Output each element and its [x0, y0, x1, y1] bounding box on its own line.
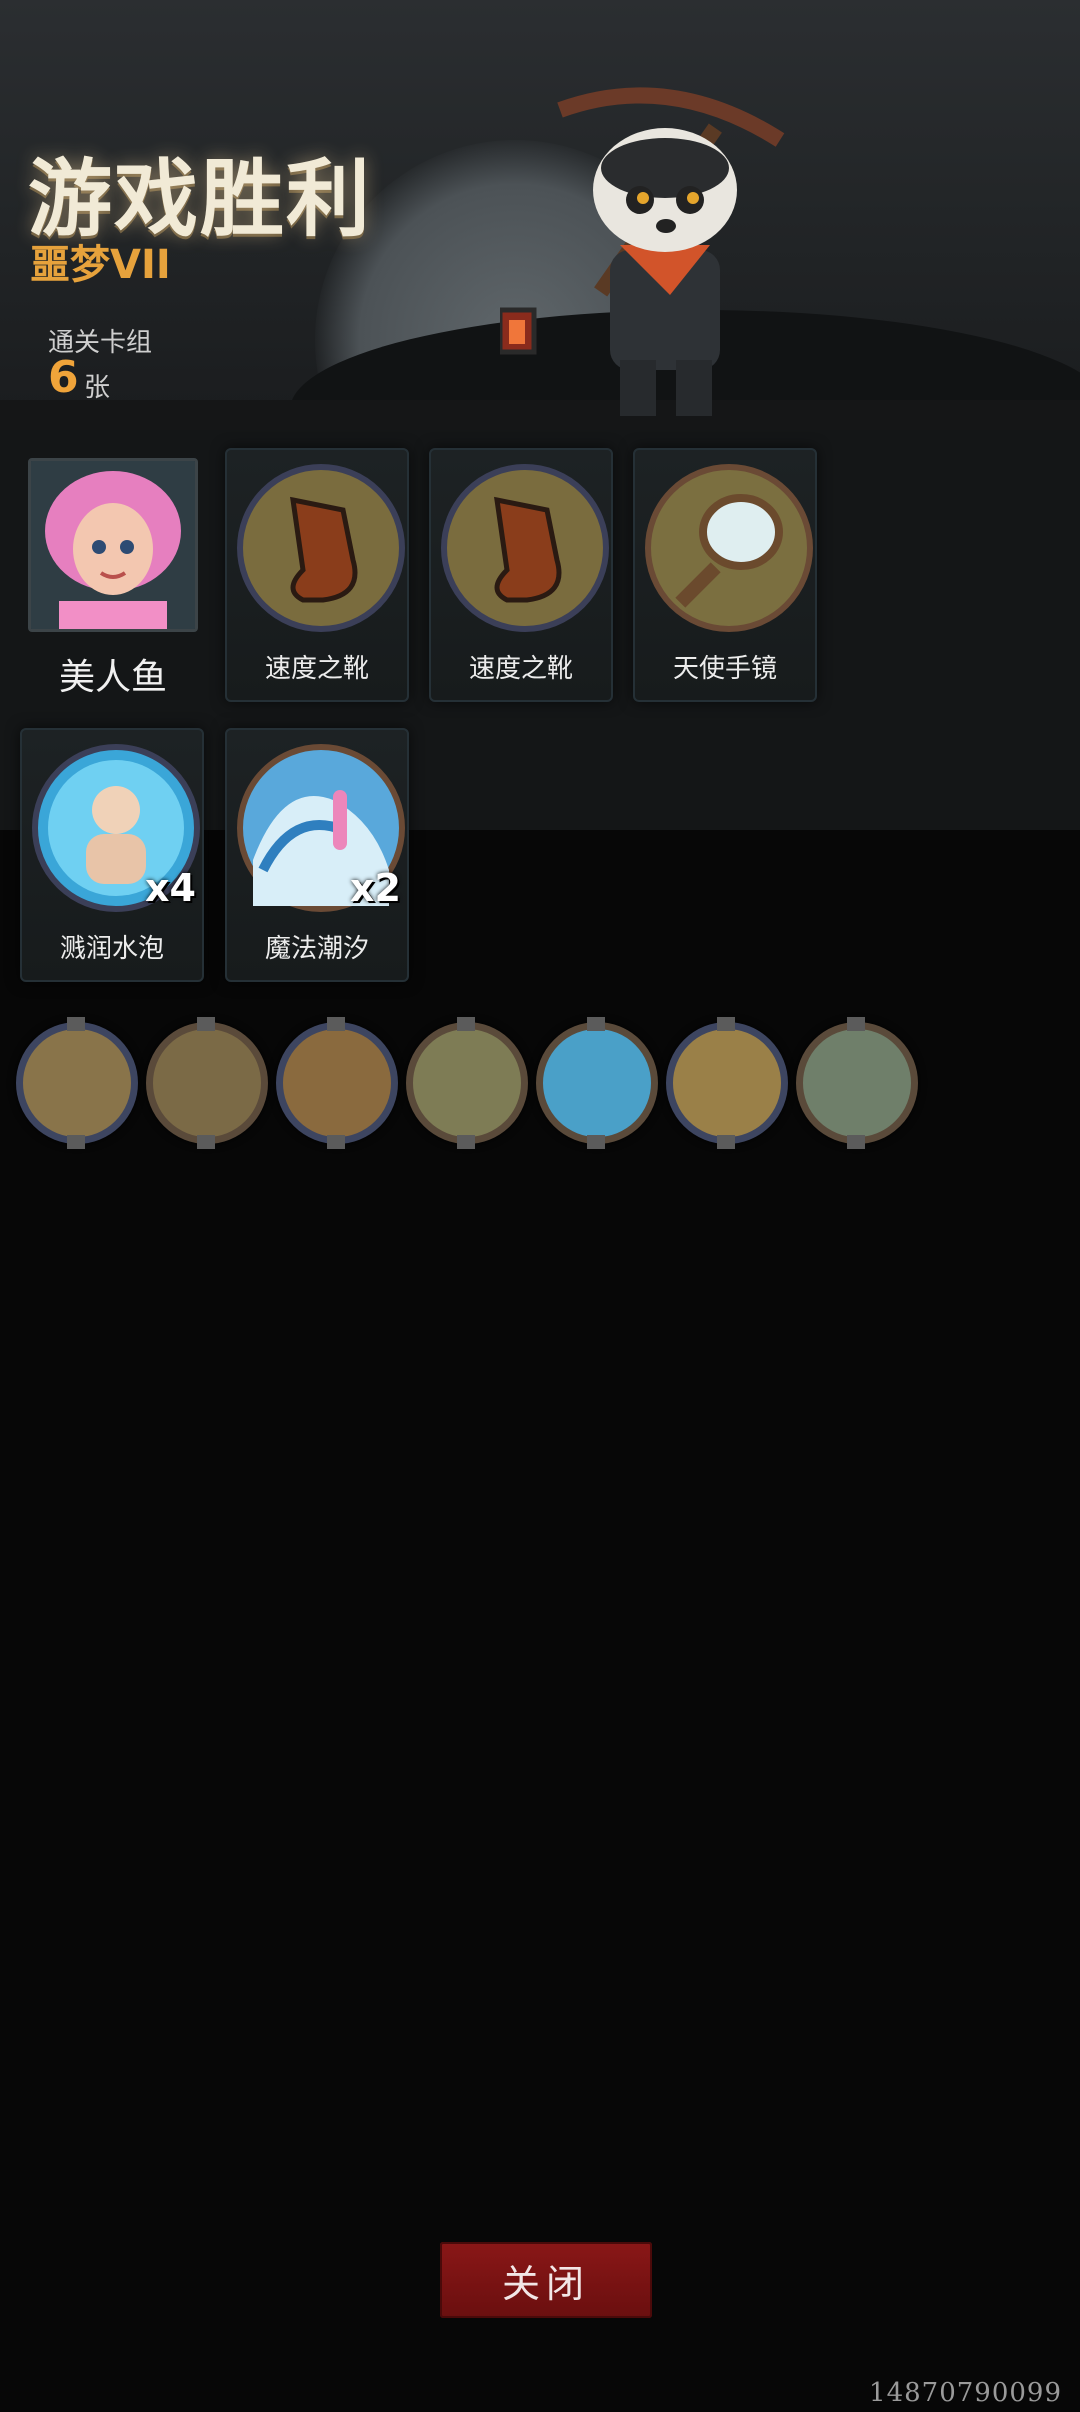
hero-name: 美人鱼: [58, 657, 167, 698]
bee-warrior-icon[interactable]: [16, 1017, 138, 1149]
skill-card-magic-tide[interactable]: x2 魔法潮汐: [225, 728, 409, 982]
skill-label: 魔法潮汐: [264, 934, 369, 964]
skill-card-water-bubble[interactable]: x4 溅润水泡: [20, 728, 204, 982]
mermaid-icon[interactable]: [796, 1017, 918, 1149]
item-card-speed-boots-1[interactable]: 速度之靴: [225, 448, 409, 702]
watermark: 14870790099: [869, 2378, 1062, 2408]
deck-unit: 张: [84, 373, 111, 403]
item-label: 天使手镜: [672, 654, 777, 684]
item-label: 速度之靴: [468, 654, 573, 684]
water-ripple-icon[interactable]: [536, 1017, 658, 1149]
count-badge: x2: [350, 866, 401, 910]
badger-miner-character: [500, 87, 785, 416]
water-splash-icon[interactable]: [146, 1017, 268, 1149]
hand-mirror-icon: [645, 464, 813, 632]
hero-portrait[interactable]: [28, 458, 198, 632]
close-button[interactable]: 关闭: [440, 2242, 652, 2318]
difficulty-label: 噩梦VII: [30, 242, 171, 288]
mermaid-portrait-icon: [31, 461, 195, 629]
item-card-speed-boots-2[interactable]: 速度之靴: [429, 448, 613, 702]
viking-icon[interactable]: [406, 1017, 528, 1149]
deck-count: 6: [48, 352, 79, 403]
item-label: 速度之靴: [264, 654, 369, 684]
pig-icon[interactable]: [666, 1017, 788, 1149]
count-badge: x4: [145, 866, 196, 910]
raccoon-icon[interactable]: [276, 1017, 398, 1149]
boot-icon: [237, 464, 405, 632]
skill-label: 溅润水泡: [59, 934, 164, 964]
boot-icon: [441, 464, 609, 632]
item-card-angel-mirror[interactable]: 天使手镜: [633, 448, 817, 702]
victory-header: 游戏胜利 噩梦VII 通关卡组 6 张: [0, 0, 1080, 430]
